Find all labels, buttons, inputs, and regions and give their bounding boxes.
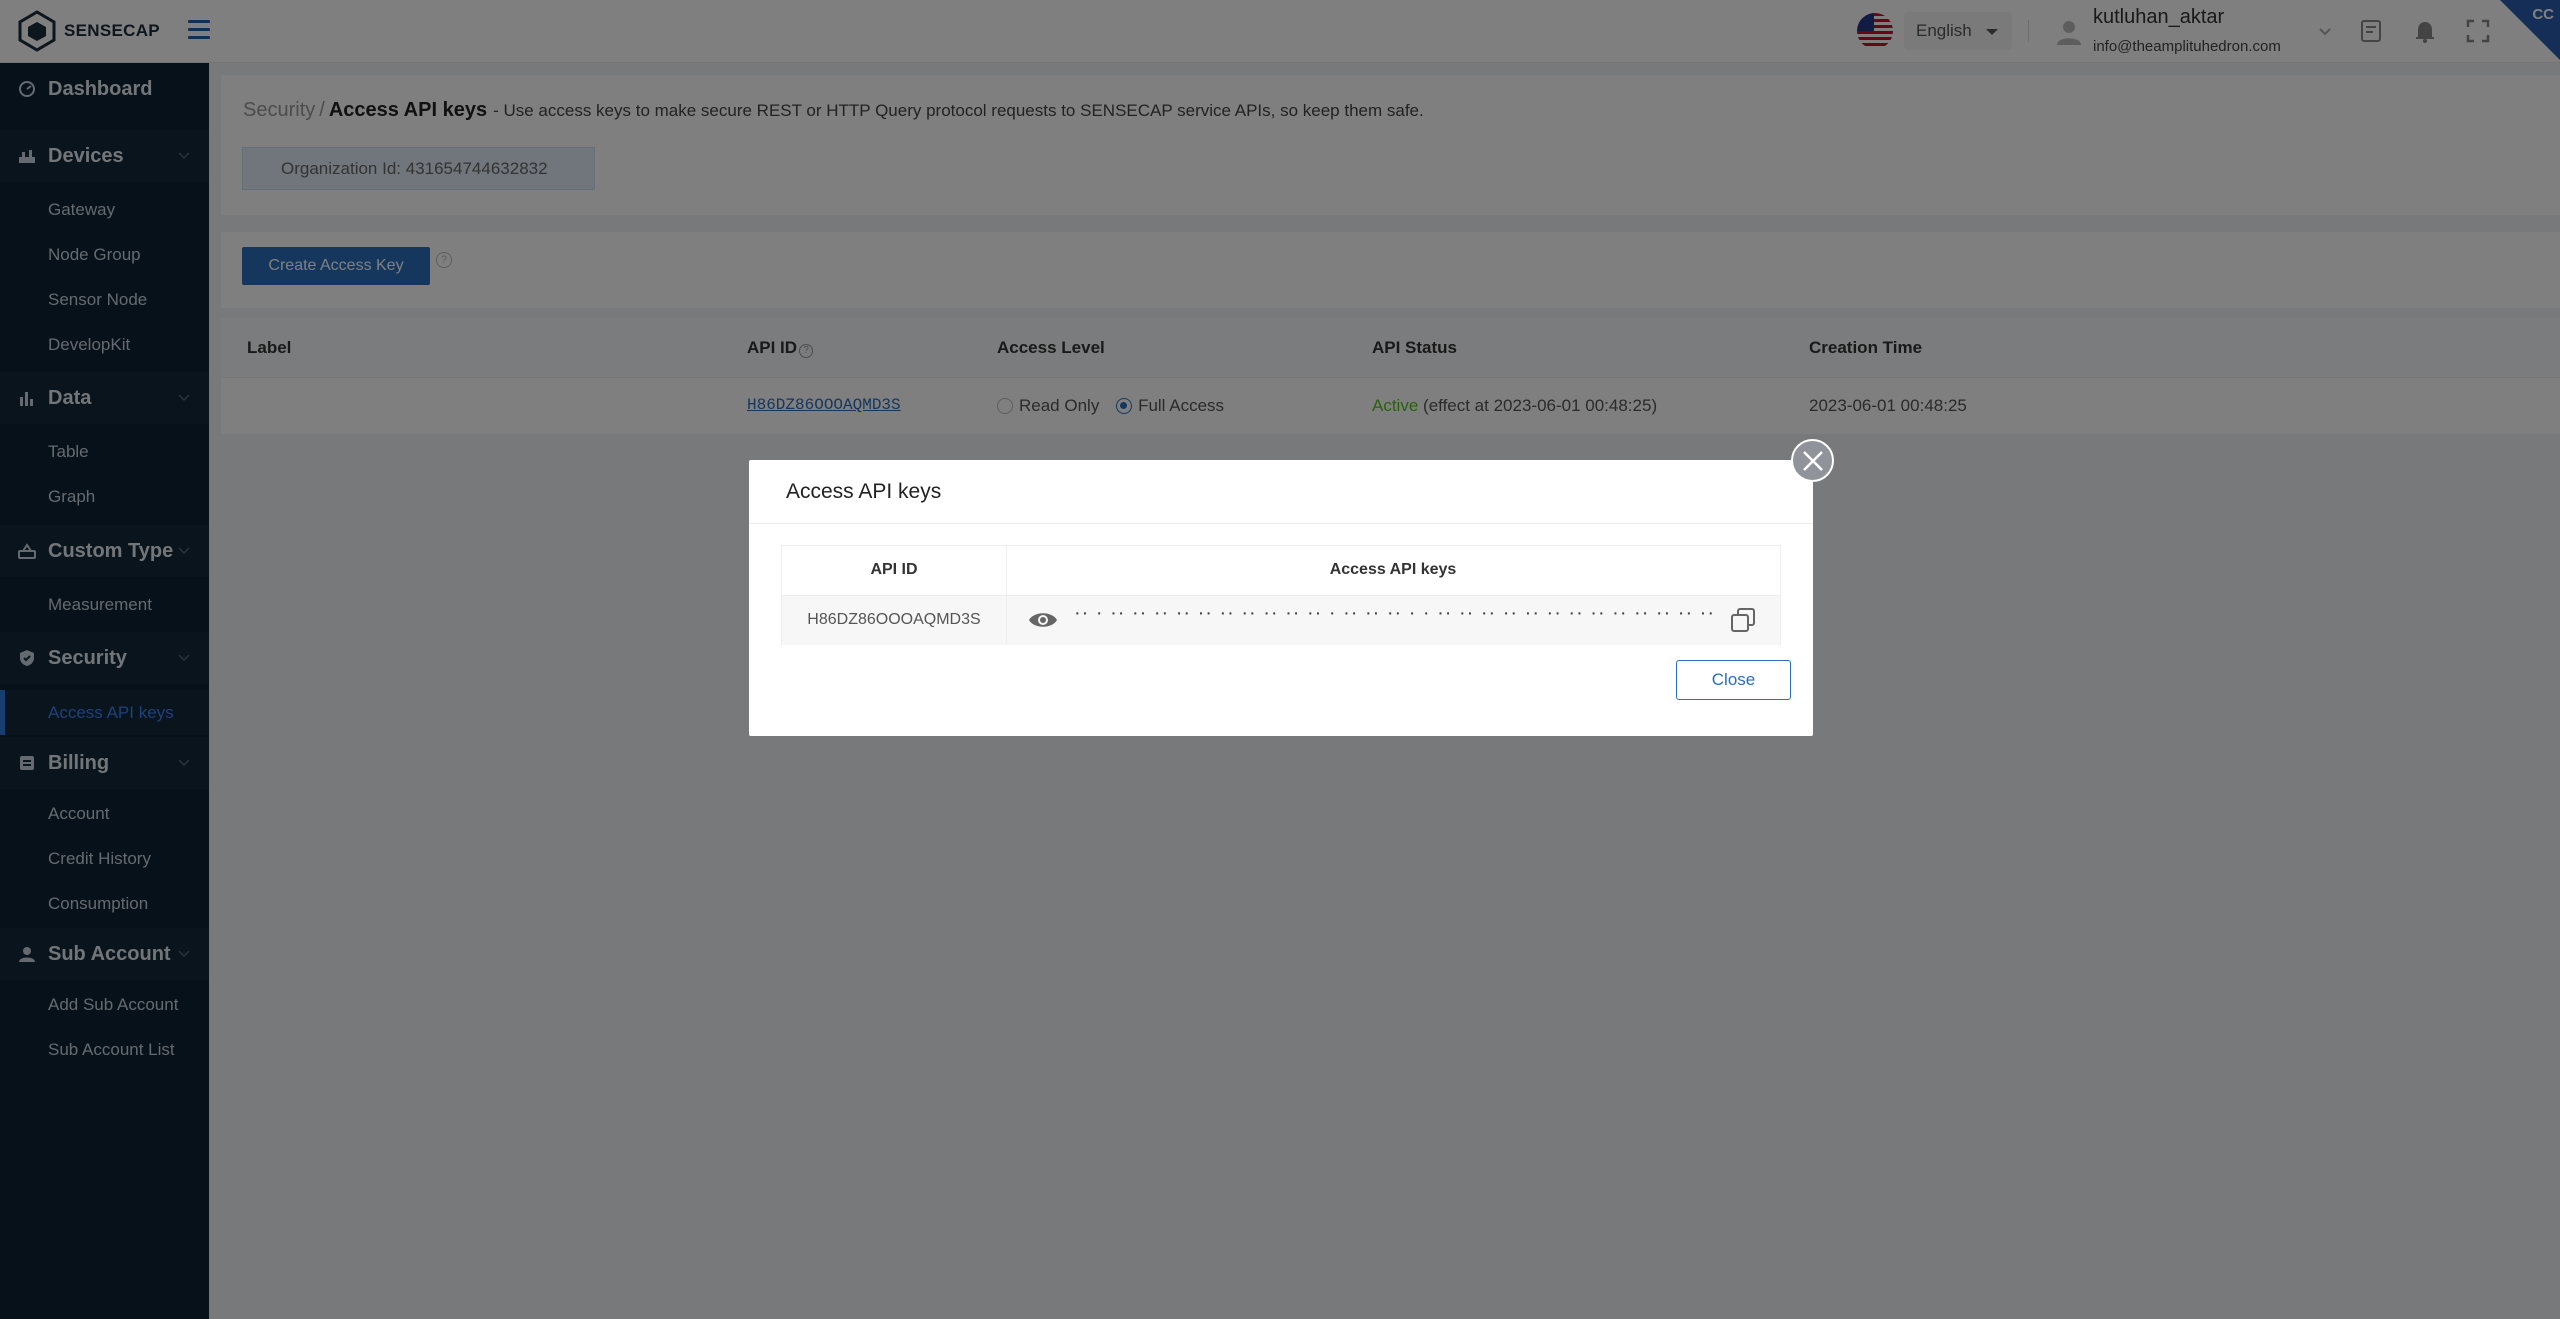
close-button[interactable]: Close: [1676, 660, 1791, 700]
modal-col-keys: Access API keys: [1329, 561, 1457, 578]
masked-api-key: ·· · ·· ·· ·· ·· ·· ·· ·· ·· ·· ·· · ·· …: [1074, 602, 1722, 624]
modal-keys-table: API ID Access API keys H86DZ86OOOAQMD3S …: [781, 545, 1781, 645]
modal-close-icon[interactable]: [1791, 439, 1834, 482]
column-divider: [1006, 546, 1007, 644]
copy-icon[interactable]: [1730, 607, 1756, 633]
eye-icon[interactable]: [1028, 608, 1058, 632]
modal-title: Access API keys: [786, 480, 942, 503]
modal-col-api-id: API ID: [870, 561, 918, 578]
divider: [749, 523, 1813, 524]
api-keys-modal: Access API keys API ID Access API keys H…: [749, 460, 1813, 736]
table-row: H86DZ86OOOAQMD3S ·· · ·· ·· ·· ·· ·· ·· …: [782, 596, 1780, 645]
modal-api-id: H86DZ86OOOAQMD3S: [807, 611, 981, 628]
modal-table-header: API ID Access API keys: [782, 546, 1780, 596]
